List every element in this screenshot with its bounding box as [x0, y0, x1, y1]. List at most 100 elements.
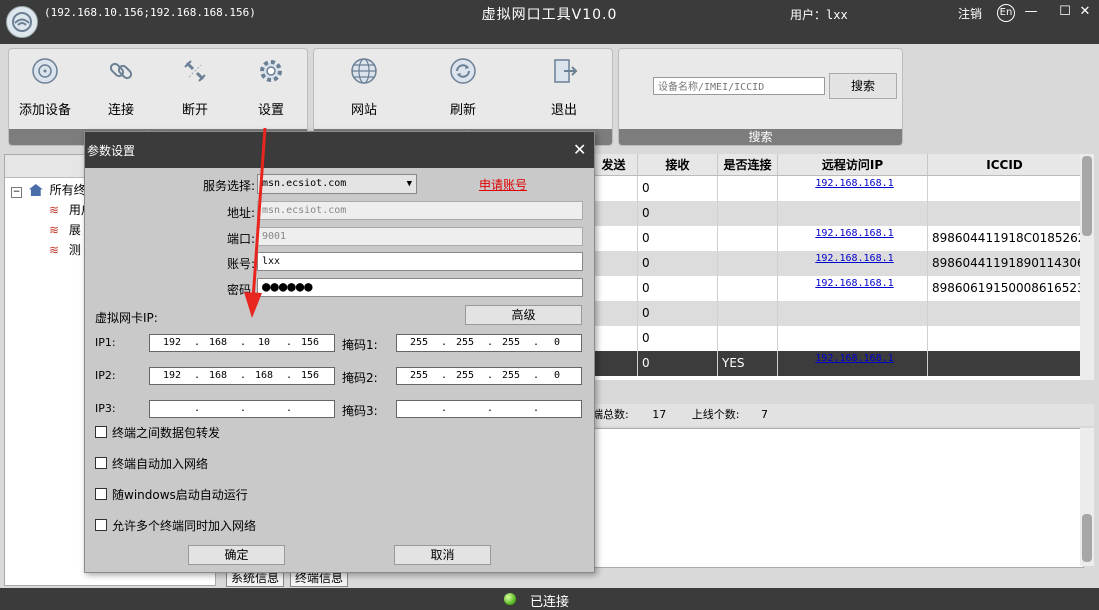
table-row[interactable]: 0 YES 192.168.168.1	[590, 351, 1082, 376]
tree-item[interactable]: ≋ 测	[49, 241, 81, 258]
ip-octet[interactable]: 0	[539, 368, 575, 384]
checkbox-icon[interactable]	[95, 457, 107, 469]
table-row[interactable]: 0 192.168.168.1	[590, 176, 1082, 201]
ip-octet[interactable]: 168	[200, 335, 236, 351]
language-toggle[interactable]: En	[997, 4, 1015, 22]
ip-octet[interactable]: 255	[401, 368, 437, 384]
scrollbar-thumb[interactable]	[1082, 156, 1092, 236]
ip-octet[interactable]: 168	[246, 368, 282, 384]
connect-button[interactable]: 连接	[89, 57, 153, 118]
column-header[interactable]: 是否连接	[718, 154, 778, 176]
cell-remote-ip[interactable]: 192.168.168.1	[778, 251, 928, 276]
checkbox-autostart[interactable]: 随windows启动自动运行	[95, 486, 248, 503]
address-label: 地址:	[226, 206, 255, 220]
ip-octet[interactable]: 255	[447, 368, 483, 384]
cell-remote-ip[interactable]: 192.168.168.1	[778, 351, 928, 376]
cell-recv: 0	[638, 226, 718, 251]
collapse-icon[interactable]: −	[11, 187, 22, 198]
checkbox-icon[interactable]	[95, 519, 107, 531]
cell-remote-ip[interactable]: 192.168.168.1	[778, 226, 928, 251]
dialog-close-icon[interactable]: ✕	[573, 140, 586, 159]
disconnect-button[interactable]: 断开	[163, 57, 227, 118]
ip-octet[interactable]: 255	[401, 335, 437, 351]
cell-connected	[718, 301, 778, 326]
ip-octet[interactable]: 192	[154, 368, 190, 384]
close-icon[interactable]: ✕	[1076, 3, 1094, 21]
advanced-button[interactable]: 高级	[465, 305, 582, 325]
website-button[interactable]: 网站	[332, 57, 396, 118]
subnet-mask-field[interactable]: 255. 255. 255. 0	[396, 334, 582, 352]
add-device-button[interactable]: 添加设备	[13, 57, 77, 118]
table-row[interactable]: 0	[590, 301, 1082, 326]
settings-button[interactable]: 设置	[239, 57, 303, 118]
column-header[interactable]: 远程访问IP	[778, 154, 928, 176]
ip-octet[interactable]: 0	[539, 335, 575, 351]
ip-address-field[interactable]: 192. 168. 10. 156	[149, 334, 335, 352]
ip-octet[interactable]: 192	[154, 335, 190, 351]
logout-link[interactable]: 注销	[958, 5, 982, 22]
cell-connected	[718, 276, 778, 301]
ip-address-field[interactable]: ...	[149, 400, 335, 418]
column-header[interactable]: 发送	[590, 154, 638, 176]
refresh-button[interactable]: 刷新	[431, 57, 495, 118]
table-scrollbar[interactable]	[1080, 154, 1094, 380]
ip-octet[interactable]: 168	[200, 368, 236, 384]
scrollbar-thumb[interactable]	[1082, 514, 1092, 562]
exit-label: 退出	[550, 103, 577, 118]
service-select[interactable]: msn.ecsiot.com ▼	[257, 174, 417, 194]
table-row[interactable]: 0 192.168.168.1 898604411918C0185262	[590, 226, 1082, 251]
ip-octet[interactable]: 156	[292, 368, 328, 384]
cell-remote-ip[interactable]: 192.168.168.1	[778, 276, 928, 301]
checkbox-auto-join[interactable]: 终端自动加入网络	[95, 455, 208, 472]
cell-iccid	[928, 326, 1082, 351]
cancel-button[interactable]: 取消	[394, 545, 491, 565]
status-text: 已连接	[530, 595, 570, 610]
cell-connected	[718, 326, 778, 351]
ok-button[interactable]: 确定	[188, 545, 285, 565]
column-header[interactable]: 接收	[638, 154, 718, 176]
password-field[interactable]: ●●●●●●	[257, 278, 583, 297]
subnet-mask-field[interactable]: 255. 255. 255. 0	[396, 367, 582, 385]
remote-ip-link[interactable]: 192.168.168.1	[782, 351, 927, 366]
ip-octet[interactable]: 255	[493, 335, 529, 351]
ip-octet[interactable]: 10	[246, 335, 282, 351]
remote-ip-link[interactable]: 192.168.168.1	[782, 176, 927, 191]
tree-root[interactable]: − 所有终	[11, 181, 86, 198]
register-account-link[interactable]: 申请账号	[479, 176, 527, 193]
table-row[interactable]: 0	[590, 326, 1082, 351]
ip-octet[interactable]: 156	[292, 335, 328, 351]
ip-address-field[interactable]: 192. 168. 168. 156	[149, 367, 335, 385]
table-row[interactable]: 0 192.168.168.1 89860441191890114306	[590, 251, 1082, 276]
minimize-icon[interactable]: —	[1022, 3, 1040, 21]
port-field[interactable]: 9001	[257, 227, 583, 246]
ip-separator: .	[441, 403, 448, 414]
checkbox-icon[interactable]	[95, 488, 107, 500]
search-button[interactable]: 搜索	[829, 73, 897, 99]
ip-octet[interactable]: 255	[447, 335, 483, 351]
account-field[interactable]: lxx	[257, 252, 583, 271]
checkbox-icon[interactable]	[95, 426, 107, 438]
log-scrollbar[interactable]	[1080, 428, 1094, 566]
tree-item[interactable]: ≋ 展	[49, 221, 81, 238]
subnet-mask-field[interactable]: ...	[396, 400, 582, 418]
remote-ip-link[interactable]: 192.168.168.1	[782, 226, 927, 241]
address-field[interactable]: msn.ecsiot.com	[257, 201, 583, 220]
table-row[interactable]: 0 192.168.168.1 89860619150008616523	[590, 276, 1082, 301]
ip-octet[interactable]: 255	[493, 368, 529, 384]
exit-button[interactable]: 退出	[532, 57, 596, 118]
cell-remote-ip[interactable]: 192.168.168.1	[778, 176, 928, 201]
ip-label: IP3:	[95, 402, 116, 415]
column-header[interactable]: ICCID	[928, 154, 1082, 176]
search-input[interactable]: 设备名称/IMEI/ICCID	[653, 77, 825, 95]
ip-label: IP1:	[95, 336, 116, 349]
remote-ip-link[interactable]: 192.168.168.1	[782, 276, 927, 291]
checkbox-forward-packets[interactable]: 终端之间数据包转发	[95, 424, 220, 441]
cell-recv: 0	[638, 176, 718, 201]
table-row[interactable]: 0	[590, 201, 1082, 226]
settings-dialog: 参数设置 ✕ 服务选择: msn.ecsiot.com ▼ 申请账号 地址: m…	[84, 131, 595, 573]
log-area[interactable]	[590, 428, 1084, 568]
remote-ip-link[interactable]: 192.168.168.1	[782, 251, 927, 266]
layers-icon: ≋	[49, 203, 60, 217]
checkbox-multi-join[interactable]: 允许多个终端同时加入网络	[95, 517, 256, 534]
maximize-icon[interactable]: ☐	[1056, 3, 1074, 21]
